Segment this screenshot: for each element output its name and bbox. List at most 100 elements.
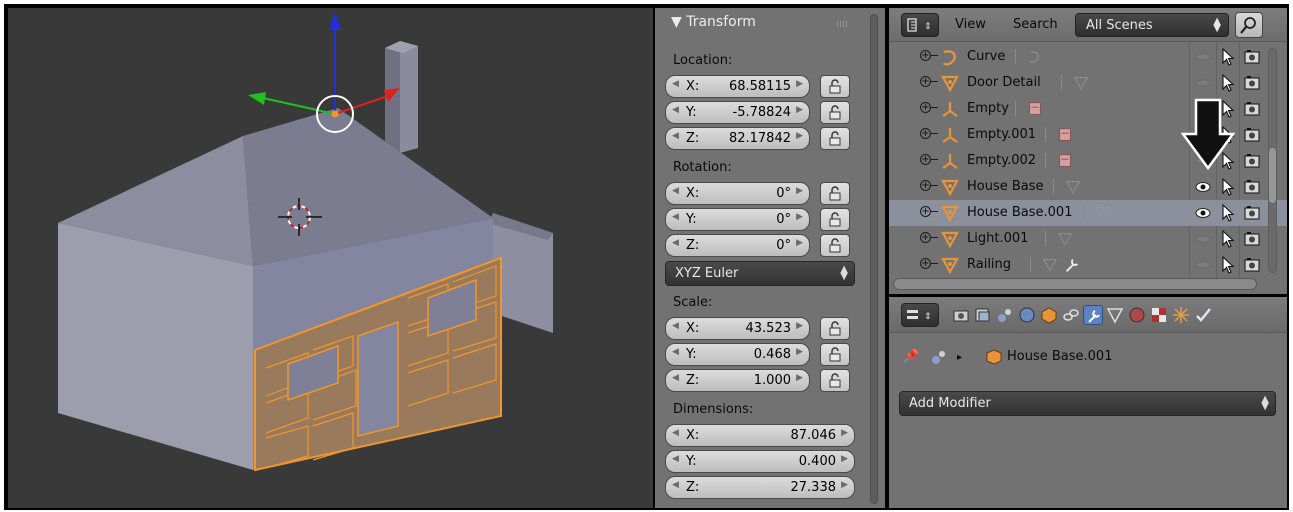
increment-arrow-icon[interactable]: ▶: [796, 212, 803, 222]
physics-tab-icon[interactable]: [1193, 305, 1213, 325]
expand-plus-icon[interactable]: +: [920, 128, 938, 139]
outliner-item-name[interactable]: House Base: [967, 179, 1044, 194]
dimensions-x-field[interactable]: ◀ X: 87.046 ▶: [665, 424, 855, 447]
decrement-arrow-icon[interactable]: ◀: [672, 212, 679, 222]
transform-panel-header[interactable]: ▼ Transform: [655, 8, 867, 36]
world-tab-icon[interactable]: [1017, 305, 1037, 325]
decrement-arrow-icon[interactable]: ◀: [672, 105, 679, 115]
expand-plus-icon[interactable]: +: [920, 180, 938, 191]
expand-plus-icon[interactable]: +: [920, 258, 938, 269]
visibility-eye-icon[interactable]: [1195, 179, 1211, 195]
mesh-data-icon[interactable]: [1055, 230, 1075, 248]
scale-y-field[interactable]: ◀ Y: 0.468 ▶: [665, 343, 810, 366]
render-camera-icon[interactable]: [1244, 75, 1260, 91]
expand-plus-icon[interactable]: +: [920, 206, 938, 217]
outliner-item-name[interactable]: Railing: [967, 257, 1011, 272]
visibility-eye-icon[interactable]: [1195, 205, 1211, 221]
increment-arrow-icon[interactable]: ▶: [796, 238, 803, 248]
decrement-arrow-icon[interactable]: ◀: [672, 131, 679, 141]
lock-scale-x-button[interactable]: [820, 317, 850, 340]
expand-plus-icon[interactable]: +: [920, 50, 938, 61]
increment-arrow-icon[interactable]: ▶: [841, 428, 848, 438]
lock-rotation-x-button[interactable]: [820, 182, 850, 205]
selectability-arrow-icon[interactable]: [1221, 230, 1235, 248]
lock-scale-z-button[interactable]: [820, 369, 850, 392]
decrement-arrow-icon[interactable]: ◀: [672, 347, 679, 357]
object-tab-icon[interactable]: [1039, 305, 1059, 325]
render-camera-icon[interactable]: [1244, 257, 1260, 273]
curve-data-icon[interactable]: [1025, 48, 1045, 66]
decrement-arrow-icon[interactable]: ◀: [672, 373, 679, 383]
dimensions-y-field[interactable]: ◀ Y: 0.400 ▶: [665, 450, 855, 473]
lock-location-x-button[interactable]: [820, 75, 850, 98]
decrement-arrow-icon[interactable]: ◀: [672, 454, 679, 464]
selectability-arrow-icon[interactable]: [1221, 48, 1235, 66]
selectability-arrow-icon[interactable]: [1221, 178, 1235, 196]
particles-tab-icon[interactable]: [1171, 305, 1191, 325]
visibility-eye-icon[interactable]: [1195, 75, 1211, 91]
increment-arrow-icon[interactable]: ▶: [796, 321, 803, 331]
mesh-data-icon[interactable]: [1071, 74, 1091, 92]
expand-plus-icon[interactable]: +: [920, 232, 938, 243]
render-tab-icon[interactable]: [951, 305, 971, 325]
lock-location-y-button[interactable]: [820, 101, 850, 124]
rotation-y-field[interactable]: ◀ Y: 0° ▶: [665, 208, 810, 231]
visibility-eye-icon[interactable]: [1195, 231, 1211, 247]
mesh-data-icon[interactable]: [1093, 204, 1113, 222]
location-x-field[interactable]: ◀ X: 68.58115 ▶: [665, 75, 810, 98]
empty-data-icon[interactable]: [1055, 126, 1075, 144]
rotation-z-field[interactable]: ◀ Z: 0° ▶: [665, 234, 810, 257]
location-y-field[interactable]: ◀ Y: -5.78824 ▶: [665, 101, 810, 124]
visibility-eye-icon[interactable]: [1195, 49, 1211, 65]
editor-type-button[interactable]: ⇕: [901, 13, 939, 37]
increment-arrow-icon[interactable]: ▶: [796, 186, 803, 196]
selectability-arrow-icon[interactable]: [1221, 74, 1235, 92]
mesh-data-icon[interactable]: [1040, 256, 1060, 274]
increment-arrow-icon[interactable]: ▶: [796, 79, 803, 89]
decrement-arrow-icon[interactable]: ◀: [672, 428, 679, 438]
location-z-field[interactable]: ◀ Z: 82.17842 ▶: [665, 127, 810, 150]
outliner-scroll-thumb[interactable]: [1269, 148, 1276, 203]
rotation-mode-dropdown[interactable]: XYZ Euler ▲ ▼: [665, 261, 855, 286]
lock-location-z-button[interactable]: [820, 127, 850, 150]
add-modifier-dropdown[interactable]: Add Modifier ▲ ▼: [899, 391, 1276, 416]
empty-data-icon[interactable]: [1055, 152, 1075, 170]
render-camera-icon[interactable]: [1244, 127, 1260, 143]
outliner-item-name[interactable]: Empty.002: [967, 153, 1036, 168]
view-menu[interactable]: View: [955, 17, 986, 32]
mesh-data-icon[interactable]: [1063, 178, 1083, 196]
increment-arrow-icon[interactable]: ▶: [796, 373, 803, 383]
scale-x-field[interactable]: ◀ X: 43.523 ▶: [665, 317, 810, 340]
material-tab-icon[interactable]: [1127, 305, 1147, 325]
render-camera-icon[interactable]: [1244, 205, 1260, 221]
texture-tab-icon[interactable]: [1149, 305, 1169, 325]
pin-icon[interactable]: 📌: [903, 349, 919, 364]
data-tab-icon[interactable]: [1105, 305, 1125, 325]
expand-plus-icon[interactable]: +: [920, 76, 938, 87]
outliner-item-name[interactable]: Empty.001: [967, 127, 1036, 142]
editor-type-button[interactable]: ⇕: [901, 303, 939, 327]
render-layers-tab-icon[interactable]: [973, 305, 993, 325]
decrement-arrow-icon[interactable]: ◀: [672, 321, 679, 331]
decrement-arrow-icon[interactable]: ◀: [672, 480, 679, 490]
transform-panel-scrollbar[interactable]: [870, 14, 878, 504]
lock-rotation-z-button[interactable]: [820, 234, 850, 257]
increment-arrow-icon[interactable]: ▶: [841, 480, 848, 490]
selectability-arrow-icon[interactable]: [1221, 204, 1235, 222]
visibility-eye-icon[interactable]: [1195, 257, 1211, 273]
decrement-arrow-icon[interactable]: ◀: [672, 79, 679, 89]
scale-z-field[interactable]: ◀ Z: 1.000 ▶: [665, 369, 810, 392]
outliner-row[interactable]: + Door Detail: [889, 70, 1287, 96]
modifier-wrench-icon[interactable]: [1062, 256, 1082, 274]
search-toggle-button[interactable]: [1235, 12, 1263, 38]
lock-rotation-y-button[interactable]: [820, 208, 850, 231]
outliner-row[interactable]: + House Base: [889, 174, 1287, 200]
outliner-row[interactable]: + Railing: [889, 252, 1287, 278]
outliner-row[interactable]: + Curve: [889, 44, 1287, 70]
increment-arrow-icon[interactable]: ▶: [796, 105, 803, 115]
constraints-tab-icon[interactable]: [1061, 305, 1081, 325]
decrement-arrow-icon[interactable]: ◀: [672, 186, 679, 196]
empty-data-icon[interactable]: [1025, 100, 1045, 118]
increment-arrow-icon[interactable]: ▶: [841, 454, 848, 464]
outliner-item-name[interactable]: Door Detail: [967, 75, 1041, 90]
